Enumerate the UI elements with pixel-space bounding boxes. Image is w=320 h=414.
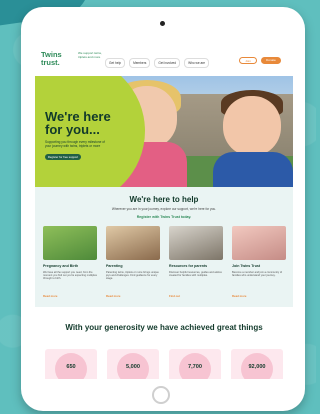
register-button[interactable]: Register for free support (45, 154, 81, 160)
hero-subtitle: Supporting you through every milestone o… (45, 140, 105, 148)
card-title: Pregnancy and Birth (43, 264, 79, 268)
stat-card: 92,000 (231, 349, 283, 379)
logo-text: Twins trust. (41, 50, 62, 67)
home-button[interactable] (152, 386, 170, 404)
card-link[interactable]: Read more (106, 294, 120, 298)
register-link[interactable]: Register with Twins Trust today. (35, 215, 293, 219)
stat-card: 5,000 (107, 349, 159, 379)
card-text: Become a member and join a community of … (232, 271, 283, 278)
generosity-title: With your generosity we have achieved gr… (65, 323, 263, 332)
generosity-section: With your generosity we have achieved gr… (35, 307, 293, 379)
card-pregnancy[interactable]: Pregnancy and Birth We have all the supp… (43, 226, 97, 302)
help-section: We're here to help Wherever you are in y… (35, 187, 293, 307)
nav-item-get-involved[interactable]: Get involved (154, 58, 181, 68)
card-image-parenting (106, 226, 160, 260)
child-boy-face (223, 96, 281, 156)
stat-number: 92,000 (248, 364, 266, 370)
card-image-pregnancy (43, 226, 97, 260)
logo[interactable]: Twins trust. (41, 51, 75, 71)
card-title: Resources for parents (169, 264, 208, 268)
hero-banner: We're here for you... Supporting you thr… (35, 76, 293, 187)
main-nav: Get help Members Get involved Who we are (105, 58, 210, 68)
card-text: Discover helpful resources, guides and a… (169, 271, 222, 278)
card-title: Parenting (106, 264, 123, 268)
card-image-resources (169, 226, 223, 260)
child-boy-body (213, 152, 293, 187)
nav-item-get-help[interactable]: Get help (105, 58, 126, 68)
help-title: We're here to help (129, 195, 199, 204)
nav-item-who-we-are[interactable]: Who we are (184, 58, 210, 68)
card-parenting[interactable]: Parenting Parenting twins, triplets or m… (106, 226, 160, 302)
nav-item-members[interactable]: Members (129, 58, 151, 68)
stat-circle: 92,000 (241, 353, 273, 379)
stat-number: 7,700 (188, 364, 202, 370)
stat-card: 7,700 (169, 349, 221, 379)
card-link[interactable]: Read more (232, 294, 246, 298)
card-text: Parenting twins, triplets or more brings… (106, 271, 159, 281)
camera-icon (160, 21, 165, 26)
donate-button[interactable]: Donate (261, 57, 281, 64)
help-subtitle: Wherever you are in your journey, explor… (111, 207, 217, 211)
join-button[interactable]: Join (239, 57, 257, 64)
card-title: Join Twins Trust (232, 264, 261, 268)
card-link[interactable]: Find out (169, 294, 180, 298)
stat-circle: 5,000 (117, 353, 149, 379)
stat-number: 5,000 (126, 364, 140, 370)
logo-tagline: We support twins, triplets and more (78, 51, 102, 59)
stat-number: 650 (66, 364, 76, 370)
stat-circle: 7,700 (179, 353, 211, 379)
website-screen: Twins trust. We support twins, triplets … (35, 46, 293, 379)
site-header: Twins trust. We support twins, triplets … (35, 46, 293, 76)
stat-circle: 650 (55, 353, 87, 379)
card-link[interactable]: Read more (43, 294, 57, 298)
card-resources[interactable]: Resources for parents Discover helpful r… (169, 226, 223, 302)
card-join[interactable]: Join Twins Trust Become a member and joi… (232, 226, 286, 302)
tablet-device: Twins trust. We support twins, triplets … (21, 7, 305, 411)
stat-card: 650 (45, 349, 97, 379)
card-text: We have all the support you need, from t… (43, 271, 97, 281)
card-image-join (232, 226, 286, 260)
hero-title: We're here for you... (45, 109, 111, 137)
